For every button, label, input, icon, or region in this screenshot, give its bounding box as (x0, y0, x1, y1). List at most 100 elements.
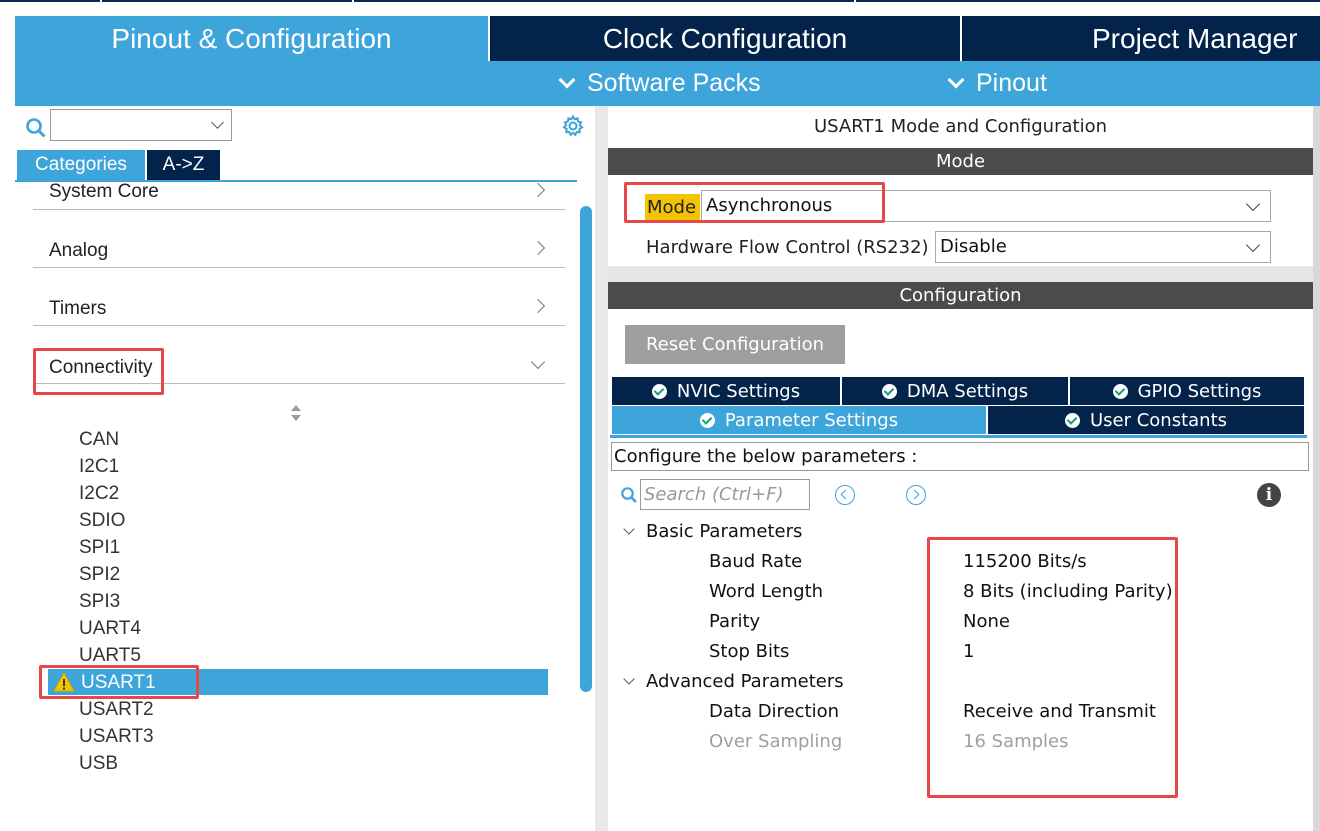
tab-pinout-configuration[interactable]: Pinout & Configuration (15, 16, 488, 61)
tab-label: DMA Settings (906, 380, 1029, 402)
search-placeholder: Search (Ctrl+F) (644, 484, 784, 505)
list-item-label: USART3 (79, 726, 154, 747)
annotation-connectivity (33, 348, 164, 395)
annotation-parameters (927, 537, 1178, 798)
list-item-label: SDIO (79, 510, 126, 531)
list-item-usart2[interactable]: USART2 (79, 696, 154, 723)
collapse-icon (623, 523, 635, 535)
tab-nvic-settings[interactable]: NVIC Settings (612, 377, 840, 405)
hardware-flow-control-label: Hardware Flow Control (RS232) (646, 237, 929, 258)
list-item-label: SPI2 (79, 564, 121, 585)
tab-label: Parameter Settings (724, 409, 899, 431)
tab-underline (610, 435, 1307, 438)
right-scrollbar[interactable] (1313, 106, 1320, 831)
tab-pinout-label: Pinout & Configuration (111, 22, 392, 54)
group-label: Advanced Parameters (646, 671, 844, 692)
search-icon[interactable] (620, 486, 638, 504)
prev-icon[interactable] (835, 485, 855, 505)
strip-segment (354, 0, 854, 2)
list-item-label: UART5 (79, 645, 141, 666)
check-icon (1064, 412, 1080, 428)
sort-icon[interactable] (290, 404, 302, 422)
software-packs-label: Software Packs (587, 69, 761, 97)
param-name-over-sampling: Over Sampling (709, 731, 843, 752)
list-item-can[interactable]: CAN (79, 426, 119, 453)
tab-a-to-z[interactable]: A->Z (147, 150, 220, 180)
configure-parameters-text: Configure the below parameters : (611, 442, 1309, 471)
tab-dma-settings[interactable]: DMA Settings (842, 377, 1068, 405)
tab-clock-label: Clock Configuration (602, 22, 848, 54)
info-icon[interactable]: i (1257, 483, 1281, 507)
list-item-i2c2[interactable]: I2C2 (79, 480, 119, 507)
left-scrollbar-thumb[interactable] (580, 206, 592, 692)
strip-segment (102, 0, 352, 2)
mode-section-header: Mode (608, 148, 1313, 175)
tab-parameter-settings[interactable]: Parameter Settings (612, 406, 986, 434)
list-item-sdio[interactable]: SDIO (79, 507, 125, 534)
tab-label: User Constants (1089, 409, 1228, 431)
list-item-label: USB (79, 753, 119, 774)
tab-user-constants[interactable]: User Constants (988, 406, 1304, 434)
pinout-menu-label: Pinout (976, 69, 1047, 97)
basic-parameters-group[interactable]: Basic Parameters (623, 519, 803, 545)
stm32cubemx-window: Pinout & Configuration Clock Configurati… (0, 0, 1320, 831)
tab-categories-label: Categories (35, 154, 127, 175)
param-name-word-length: Word Length (709, 581, 824, 602)
category-label: System Core (49, 181, 159, 202)
chevron-down-icon[interactable] (211, 116, 224, 129)
category-timers[interactable]: Timers (33, 268, 565, 326)
panel-title: USART1 Mode and Configuration (813, 116, 1108, 137)
param-name-parity: Parity (709, 611, 761, 632)
check-icon (1112, 383, 1128, 399)
reset-configuration-button[interactable]: Reset Configuration (625, 325, 845, 364)
parameter-search-input[interactable]: Search (Ctrl+F) (640, 479, 810, 510)
category-label: Timers (49, 298, 107, 319)
list-item-label: CAN (79, 429, 120, 450)
list-item-spi1[interactable]: SPI1 (79, 534, 120, 561)
list-item-uart4[interactable]: UART4 (79, 615, 141, 642)
top-strip (0, 0, 1320, 16)
strip-segment (856, 0, 1320, 2)
list-item-label: SPI3 (79, 591, 121, 612)
check-icon (881, 383, 897, 399)
tab-categories[interactable]: Categories (17, 150, 145, 180)
list-item-label: USART2 (79, 699, 154, 720)
collapse-icon (623, 673, 635, 685)
group-label: Basic Parameters (646, 521, 803, 542)
list-item-label: I2C1 (79, 456, 120, 477)
chevron-right-icon (530, 240, 546, 256)
tab-label: NVIC Settings (676, 380, 801, 402)
list-item-i2c1[interactable]: I2C1 (79, 453, 119, 480)
tab-gpio-settings[interactable]: GPIO Settings (1070, 377, 1304, 405)
tab-clock-configuration[interactable]: Clock Configuration (490, 16, 960, 61)
next-icon[interactable] (906, 485, 926, 505)
search-icon[interactable] (25, 117, 47, 139)
chevron-down-icon (1245, 237, 1261, 253)
chevron-right-icon (530, 182, 546, 198)
list-item-label: UART4 (79, 618, 141, 639)
category-search-input[interactable] (50, 109, 232, 141)
param-name-baud-rate: Baud Rate (709, 551, 803, 572)
annotation-usart1 (39, 665, 199, 699)
reset-button-label: Reset Configuration (645, 334, 825, 355)
list-item-usart3[interactable]: USART3 (79, 723, 154, 750)
category-analog[interactable]: Analog (33, 210, 565, 268)
category-system-core[interactable]: System Core (33, 182, 565, 210)
pinout-menu[interactable]: Pinout (947, 61, 1047, 106)
software-packs-menu[interactable]: Software Packs (558, 61, 761, 106)
section-separator (608, 266, 1313, 282)
list-item-label: SPI1 (79, 537, 121, 558)
list-item-spi2[interactable]: SPI2 (79, 561, 120, 588)
list-item-label: I2C2 (79, 483, 120, 504)
configuration-section-header: Configuration (608, 282, 1313, 309)
hfc-select-value: Disable (940, 236, 1007, 257)
tab-project-manager[interactable]: Project Manager (962, 16, 1320, 61)
hardware-flow-control-select[interactable]: Disable (935, 231, 1271, 263)
list-item-spi3[interactable]: SPI3 (79, 588, 120, 615)
advanced-parameters-group[interactable]: Advanced Parameters (623, 669, 844, 695)
gear-icon[interactable] (561, 114, 585, 138)
panel-splitter[interactable] (595, 106, 608, 831)
check-icon (699, 412, 715, 428)
chevron-down-icon (530, 354, 546, 370)
list-item-usb[interactable]: USB (79, 750, 118, 777)
